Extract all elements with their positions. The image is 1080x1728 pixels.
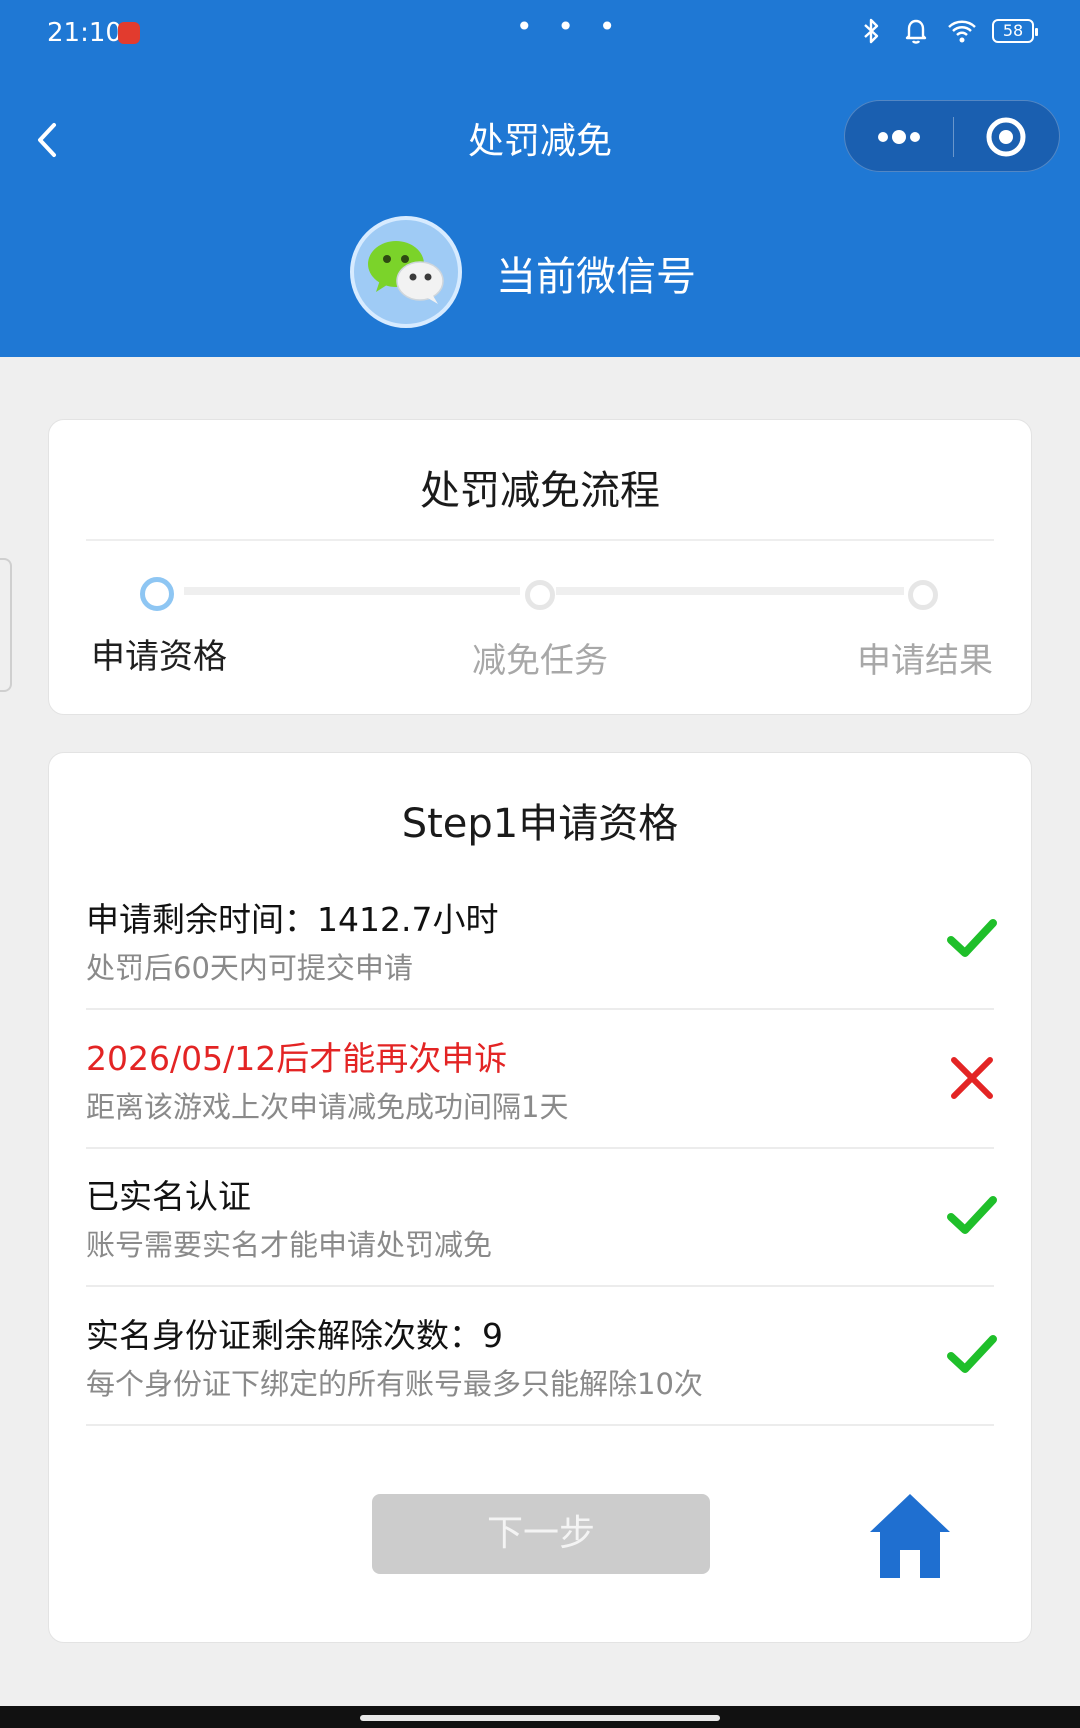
next-step-button[interactable]: 下一步 <box>372 1494 710 1574</box>
check-icon <box>947 919 997 957</box>
status-time: 21:10 <box>47 18 122 48</box>
check-icon <box>947 1335 997 1373</box>
requirement-title: 申请剩余时间：1412.7小时 <box>86 900 499 939</box>
bluetooth-icon <box>864 18 879 44</box>
status-icons: 58 <box>856 16 1038 46</box>
wechat-icon <box>368 241 444 304</box>
avatar <box>350 216 462 328</box>
requirement-desc: 账号需要实名才能申请处罚减免 <box>86 1228 493 1262</box>
row-divider <box>86 1424 994 1426</box>
row-divider <box>86 1147 994 1149</box>
row-divider <box>86 1285 994 1287</box>
header: 21:10 • • • 58 处罚减免 当前微信号 <box>0 0 1080 357</box>
requirement-title: 实名身份证剩余解除次数：9 <box>86 1316 503 1355</box>
step-label-result: 申请结果 <box>857 641 993 681</box>
step-node-task <box>525 580 555 610</box>
requirement-desc: 处罚后60天内可提交申请 <box>86 951 413 985</box>
edge-handle[interactable] <box>0 558 12 692</box>
target-close-icon <box>986 117 1026 157</box>
cross-icon <box>951 1057 993 1099</box>
requirement-title: 2026/05/12后才能再次申诉 <box>86 1039 508 1078</box>
more-dots-icon <box>878 130 920 144</box>
step-card-title: Step1申请资格 <box>401 801 679 847</box>
requirement-item: 申请剩余时间：1412.7小时 处罚后60天内可提交申请 <box>86 898 994 988</box>
step-label-task: 减免任务 <box>472 641 608 681</box>
more-button[interactable] <box>845 101 953 173</box>
requirement-item: 实名身份证剩余解除次数：9 每个身份证下绑定的所有账号最多只能解除10次 <box>86 1314 994 1404</box>
home-button[interactable] <box>868 1490 952 1580</box>
requirement-item: 2026/05/12后才能再次申诉 距离该游戏上次申请减免成功间隔1天 <box>86 1037 994 1127</box>
notification-app-icon <box>118 22 140 44</box>
requirement-title: 已实名认证 <box>86 1177 251 1216</box>
home-icon <box>870 1494 950 1578</box>
home-indicator[interactable] <box>360 1715 720 1721</box>
close-button[interactable] <box>954 101 1061 173</box>
check-icon <box>947 1196 997 1234</box>
bell-icon <box>905 19 927 44</box>
status-dots: • • • <box>516 10 624 43</box>
step-label-apply: 申请资格 <box>91 637 227 677</box>
requirement-item: 已实名认证 账号需要实名才能申请处罚减免 <box>86 1175 994 1265</box>
step-node-apply <box>140 577 174 611</box>
account-label: 当前微信号 <box>496 254 696 300</box>
status-bar: 21:10 • • • 58 <box>0 0 1080 70</box>
process-card-divider <box>86 539 994 541</box>
battery-indicator: 58 <box>992 19 1038 43</box>
row-divider <box>86 1008 994 1010</box>
wifi-icon <box>948 20 976 43</box>
requirement-desc: 每个身份证下绑定的所有账号最多只能解除10次 <box>86 1367 703 1401</box>
step-node-result <box>908 580 938 610</box>
mini-program-capsule <box>844 100 1060 172</box>
step-track-2 <box>556 587 904 595</box>
requirement-desc: 距离该游戏上次申请减免成功间隔1天 <box>86 1090 569 1124</box>
process-card-title: 处罚减免流程 <box>420 468 660 514</box>
step-track-1 <box>184 587 520 595</box>
